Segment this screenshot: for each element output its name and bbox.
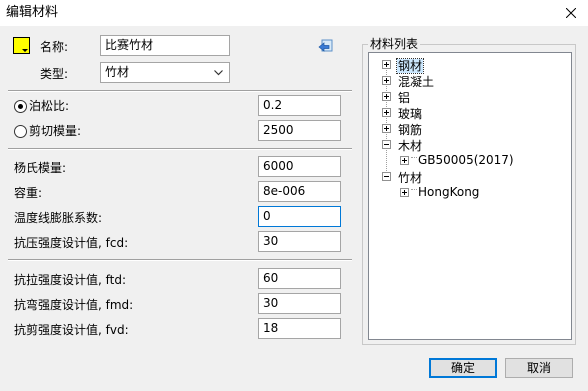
tree-item-rebar[interactable]: 钢筋 [398, 121, 422, 138]
expand-icon[interactable] [400, 188, 409, 197]
arrow-left-icon [318, 39, 333, 52]
fmd-input[interactable]: 30 [258, 293, 341, 314]
tree-item-hongkong[interactable]: HongKong [418, 185, 479, 199]
ftd-label: 抗拉强度设计值, ftd: [14, 273, 127, 287]
ftd-input[interactable]: 60 [258, 268, 341, 289]
tree-item-concrete[interactable]: 混凝土 [398, 73, 434, 90]
dropdown-arrow-icon [22, 49, 28, 52]
thermal-expansion-label: 温度线膨胀系数: [14, 211, 103, 225]
tree-item-aluminum[interactable]: 铝 [398, 89, 410, 106]
chevron-down-icon [214, 70, 223, 76]
shear-modulus-label: 剪切模量: [29, 124, 82, 138]
poisson-radio[interactable] [14, 100, 27, 113]
shear-modulus-input[interactable]: 2500 [258, 120, 341, 141]
density-label: 容重: [14, 186, 43, 200]
tree-item-steel[interactable]: 钢材 [395, 57, 425, 74]
young-modulus-label: 杨氏模量: [14, 161, 67, 175]
expand-icon[interactable] [382, 76, 391, 85]
type-select-value: 竹材 [105, 65, 130, 79]
tree-connector [411, 157, 417, 158]
thermal-expansion-input[interactable]: 0 [258, 206, 341, 227]
tree-item-timber[interactable]: 木材 [398, 137, 422, 154]
fvd-label: 抗剪强度设计值, fvd: [14, 323, 129, 337]
name-label: 名称: [40, 40, 69, 54]
ok-button[interactable]: 确定 [429, 358, 497, 378]
expand-icon[interactable] [382, 92, 391, 101]
shear-modulus-radio[interactable] [14, 125, 27, 138]
name-input[interactable]: 比赛竹材 [100, 35, 230, 56]
tree-item-bamboo[interactable]: 竹材 [398, 169, 422, 186]
color-picker-button[interactable] [13, 37, 30, 54]
type-select[interactable]: 竹材 [100, 62, 230, 83]
material-list-title: 材料列表 [368, 37, 421, 51]
separator [8, 149, 352, 150]
window-title: 编辑材料 [6, 5, 59, 20]
apply-to-list-button[interactable] [317, 38, 334, 55]
type-label: 类型: [40, 67, 69, 81]
close-icon [566, 8, 576, 18]
density-input[interactable]: 8e-006 [258, 181, 341, 202]
expand-icon[interactable] [382, 108, 391, 117]
fvd-input[interactable]: 18 [258, 318, 341, 339]
tree-connector [411, 189, 417, 190]
tree-item-gb50005[interactable]: GB50005(2017) [418, 153, 514, 167]
expand-icon[interactable] [400, 156, 409, 165]
expand-icon[interactable] [382, 124, 391, 133]
close-button[interactable] [558, 1, 584, 25]
young-modulus-input[interactable]: 6000 [258, 156, 341, 177]
collapse-icon[interactable] [382, 140, 391, 149]
separator [8, 260, 352, 261]
separator [8, 91, 352, 92]
poisson-input[interactable]: 0.2 [258, 95, 341, 116]
tree-item-glass[interactable]: 玻璃 [398, 105, 422, 122]
collapse-icon[interactable] [382, 172, 391, 181]
radio-dot [18, 104, 23, 109]
title-bar [0, 0, 588, 26]
expand-icon[interactable] [382, 60, 391, 69]
material-tree[interactable]: 钢材 混凝土 铝 玻璃 钢筋 木材 GB50005(2017) 竹材 HongK… [368, 52, 572, 340]
fmd-label: 抗弯强度设计值, fmd: [14, 298, 134, 312]
cancel-button[interactable]: 取消 [505, 358, 573, 378]
poisson-label: 泊松比: [29, 99, 70, 113]
fcd-label: 抗压强度设计值, fcd: [14, 236, 129, 250]
fcd-input[interactable]: 30 [258, 231, 341, 252]
